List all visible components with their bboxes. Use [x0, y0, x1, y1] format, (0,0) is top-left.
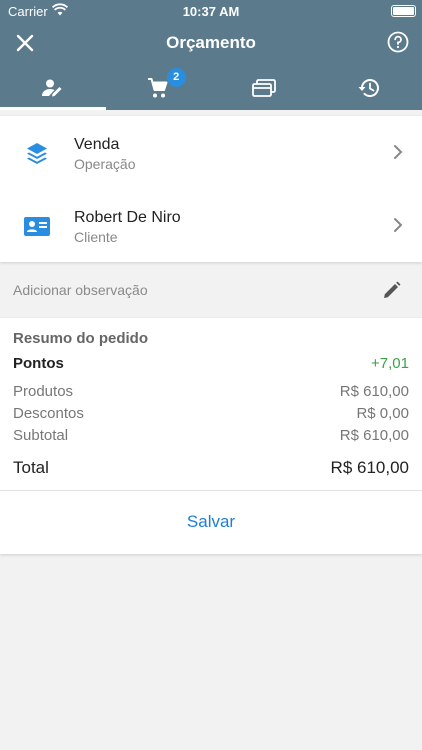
- cart-count-badge: 2: [166, 68, 186, 87]
- products-row: Produtos R$ 610,00: [13, 383, 409, 400]
- chevron-right-icon: [394, 218, 403, 232]
- divider: [0, 490, 422, 491]
- pencil-icon[interactable]: [382, 280, 402, 300]
- subtotal-value: R$ 610,00: [339, 427, 409, 444]
- operation-title: Venda: [74, 136, 120, 153]
- cards-icon: [251, 79, 276, 97]
- discounts-label: Descontos: [13, 405, 84, 422]
- order-info-card: Venda Operação Robert De Niro Cliente: [0, 116, 422, 262]
- total-value: R$ 610,00: [330, 458, 409, 477]
- discounts-row: Descontos R$ 0,00: [13, 405, 409, 422]
- products-label: Produtos: [13, 383, 74, 400]
- observation-placeholder: Adicionar observação: [13, 282, 148, 298]
- subtotal-label: Subtotal: [13, 427, 69, 444]
- tab-bar: 2: [0, 66, 422, 110]
- battery-icon: [391, 5, 416, 17]
- points-row: Pontos +7,01: [13, 355, 409, 372]
- cart-icon: [148, 78, 168, 98]
- customer-name: Robert De Niro: [74, 209, 181, 226]
- subtotal-row: Subtotal R$ 610,00: [13, 427, 409, 444]
- points-value: +7,01: [371, 355, 409, 372]
- points-label: Pontos: [13, 355, 64, 372]
- products-value: R$ 610,00: [339, 383, 409, 400]
- page-title: Orçamento: [166, 33, 256, 52]
- total-row: Total R$ 610,00: [13, 458, 409, 478]
- total-label: Total: [13, 458, 49, 477]
- history-icon: [358, 79, 380, 97]
- app-header: Carrier 10:37 AM Orçamento 2: [0, 0, 422, 110]
- nav-bar: Orçamento: [0, 22, 422, 66]
- order-summary-card: Resumo do pedido Pontos +7,01 Produtos R…: [0, 318, 422, 554]
- status-bar: Carrier 10:37 AM: [0, 0, 422, 22]
- tab-cart[interactable]: 2: [106, 66, 212, 110]
- clock: 10:37 AM: [182, 4, 240, 19]
- customer-row[interactable]: Robert De Niro Cliente: [0, 189, 422, 262]
- summary-title: Resumo do pedido: [13, 330, 148, 347]
- operation-subtitle: Operação: [74, 156, 136, 172]
- contact-card-icon: [24, 217, 50, 236]
- help-icon[interactable]: [387, 31, 409, 53]
- tab-history[interactable]: [317, 66, 422, 110]
- tab-details[interactable]: [0, 66, 106, 110]
- layers-icon: [27, 143, 47, 164]
- observation-field[interactable]: Adicionar observação: [0, 270, 422, 310]
- discounts-value: R$ 0,00: [356, 405, 409, 422]
- operation-row[interactable]: Venda Operação: [0, 116, 422, 189]
- customer-subtitle: Cliente: [74, 229, 118, 245]
- tab-payment[interactable]: [211, 66, 317, 110]
- edit-person-icon: [41, 79, 62, 97]
- save-button[interactable]: Salvar: [0, 512, 422, 532]
- chevron-right-icon: [394, 145, 403, 159]
